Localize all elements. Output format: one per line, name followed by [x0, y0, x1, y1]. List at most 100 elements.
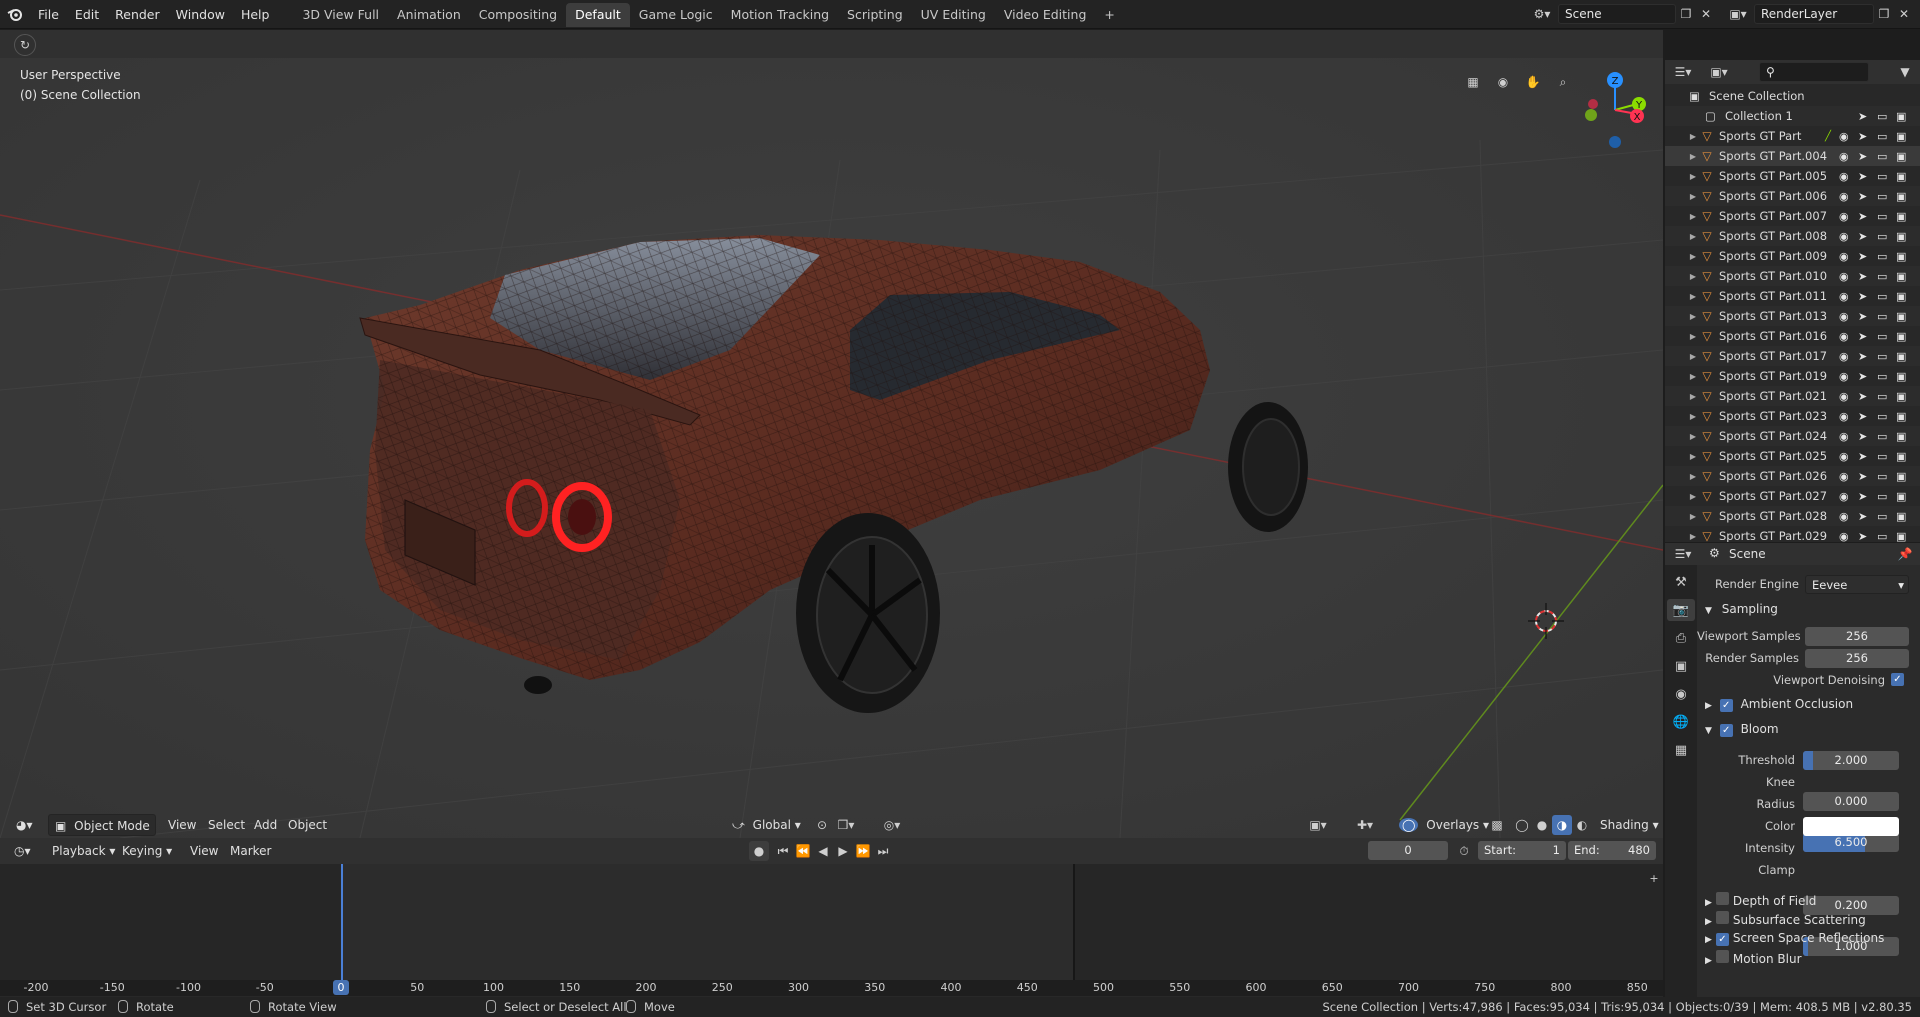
viewport-visibility-monitor-icon[interactable]: ▭ [1877, 410, 1887, 423]
proportional-editing-icon[interactable]: ◎▾ [882, 815, 902, 835]
outliner-editor-type-icon[interactable]: ☰▾ [1673, 62, 1693, 82]
expand-arrow-icon[interactable]: ▶ [1687, 452, 1699, 461]
use-preview-range-icon[interactable]: ⏱ [1454, 841, 1474, 861]
start-frame-field[interactable]: Start: 1 [1478, 841, 1566, 860]
selectable-arrow-icon[interactable]: ➤ [1858, 410, 1867, 423]
selectable-arrow-icon[interactable]: ➤ [1858, 490, 1867, 503]
shading-dropdown[interactable]: Shading ▾ [1594, 814, 1665, 836]
bloom-knee-slider[interactable]: 0.000 [1803, 792, 1899, 811]
tab-video-editing[interactable]: Video Editing [995, 3, 1096, 27]
eye-icon[interactable]: ◉ [1839, 430, 1849, 443]
panel-enable-checkbox[interactable] [1715, 911, 1729, 924]
outliner-object-row[interactable]: ▶ ▽ Sports GT Part.017 ◉ ➤ ▭ ▣ [1665, 346, 1920, 366]
outliner-object-row[interactable]: ▶ ▽ Sports GT Part.027 ◉ ➤ ▭ ▣ [1665, 486, 1920, 506]
ambient-occlusion-panel-header[interactable]: ▶ ✓ Ambient Occlusion [1705, 697, 1853, 712]
display-mode-icon[interactable]: ▣▾ [1709, 62, 1729, 82]
viewport-visibility-monitor-icon[interactable]: ▭ [1877, 150, 1887, 163]
viewport-visibility-monitor-icon[interactable]: ▭ [1877, 290, 1887, 303]
scene-tab-icon[interactable]: ◉ [1667, 683, 1695, 705]
new-scene-icon[interactable]: ❐ [1676, 4, 1696, 24]
render-samples-field[interactable]: 256 [1805, 649, 1909, 668]
viewport-visibility-monitor-icon[interactable]: ▭ [1877, 470, 1887, 483]
viewport-visibility-monitor-icon[interactable]: ▭ [1877, 510, 1887, 523]
timeline-menu-view[interactable]: View [184, 840, 224, 862]
viewport-visibility-monitor-icon[interactable]: ▭ [1877, 450, 1887, 463]
viewport-menu-view[interactable]: View [162, 814, 202, 836]
outliner-object-row[interactable]: ▶ ▽ Sports GT Part.016 ◉ ➤ ▭ ▣ [1665, 326, 1920, 346]
eye-icon[interactable]: ◉ [1839, 270, 1849, 283]
viewport-denoising-checkbox[interactable]: ✓ [1891, 673, 1904, 686]
tab-uv-editing[interactable]: UV Editing [912, 3, 995, 27]
outliner-object-row[interactable]: ▶ ▽ Sports GT Part.013 ◉ ➤ ▭ ▣ [1665, 306, 1920, 326]
selectable-arrow-icon[interactable]: ➤ [1858, 130, 1867, 143]
view-layer-tab-icon[interactable]: ▣ [1667, 655, 1695, 677]
viewport-menu-add[interactable]: Add [248, 814, 283, 836]
menu-window[interactable]: Window [168, 0, 233, 29]
render-camera-icon[interactable]: ▣ [1896, 470, 1906, 483]
scene-name-field[interactable]: Scene [1558, 4, 1676, 24]
expand-arrow-icon[interactable]: ▶ [1687, 432, 1699, 441]
playhead-line[interactable] [341, 864, 343, 986]
overlays-dropdown[interactable]: ◯ Overlays ▾ [1393, 814, 1495, 836]
render-tab-icon[interactable]: 📷 [1667, 599, 1695, 621]
outliner-object-row[interactable]: ▶ ▽ Sports GT Part.011 ◉ ➤ ▭ ▣ [1665, 286, 1920, 306]
rendered-shading-icon[interactable]: ◐ [1572, 815, 1592, 835]
jump-keyframe-forward-icon[interactable]: ⏩ [853, 841, 873, 861]
render-camera-icon[interactable]: ▣ [1896, 130, 1906, 143]
render-camera-icon[interactable]: ▣ [1896, 110, 1906, 123]
transform-orientation-dropdown[interactable]: ⤻ Global ▾ [726, 814, 807, 836]
blender-logo-icon[interactable] [0, 0, 30, 29]
outliner-object-row[interactable]: ▶ ▽ Sports GT Part.009 ◉ ➤ ▭ ▣ [1665, 246, 1920, 266]
eye-icon[interactable]: ◉ [1839, 290, 1849, 303]
eye-icon[interactable]: ◉ [1839, 210, 1849, 223]
outliner-object-row[interactable]: ▶ ▽ Sports GT Part.028 ◉ ➤ ▭ ▣ [1665, 506, 1920, 526]
viewport-visibility-monitor-icon[interactable]: ▭ [1877, 190, 1887, 203]
tab-compositing[interactable]: Compositing [470, 3, 566, 27]
selectable-arrow-icon[interactable]: ➤ [1858, 530, 1867, 543]
render-camera-icon[interactable]: ▣ [1896, 490, 1906, 503]
eye-icon[interactable]: ◉ [1839, 390, 1849, 403]
pan-view-hand-icon[interactable]: ✋ [1523, 72, 1543, 92]
outliner-object-row[interactable]: ▶ ▽ Sports GT Part.005 ◉ ➤ ▭ ▣ [1665, 166, 1920, 186]
selectable-arrow-icon[interactable]: ➤ [1858, 270, 1867, 283]
outliner-scene-collection[interactable]: ▣ Scene Collection [1665, 86, 1920, 106]
outliner-object-row[interactable]: ▶ ▽ Sports GT Part.029 ◉ ➤ ▭ ▣ [1665, 526, 1920, 542]
eye-icon[interactable]: ◉ [1839, 530, 1849, 543]
selectable-arrow-icon[interactable]: ➤ [1858, 210, 1867, 223]
jump-to-start-icon[interactable]: ⏮ [773, 841, 793, 861]
selectable-arrow-icon[interactable]: ➤ [1858, 310, 1867, 323]
expand-arrow-icon[interactable]: ▶ [1687, 272, 1699, 281]
expand-arrow-icon[interactable]: ▶ [1687, 532, 1699, 541]
properties-editor[interactable]: ☰▾ ⚙ Scene 📌 ⚒ 📷 ⎙ ▣ ◉ 🌐 ▦ Render Engine… [1665, 543, 1920, 997]
timeline-menu-playback[interactable]: Playback ▾ [46, 840, 121, 862]
render-camera-icon[interactable]: ▣ [1896, 410, 1906, 423]
timeline-menu-marker[interactable]: Marker [224, 840, 277, 862]
texture-tab-icon[interactable]: ▦ [1667, 739, 1695, 761]
viewport-visibility-monitor-icon[interactable]: ▭ [1877, 350, 1887, 363]
tab-scripting[interactable]: Scripting [838, 3, 912, 27]
tab-game-logic[interactable]: Game Logic [630, 3, 722, 27]
expand-arrow-icon[interactable]: ▶ [1687, 492, 1699, 501]
viewport-visibility-monitor-icon[interactable]: ▭ [1877, 430, 1887, 443]
outliner-collection-1[interactable]: ▢ Collection 1 ➤ ▭ ▣ [1665, 106, 1920, 126]
render-camera-icon[interactable]: ▣ [1896, 510, 1906, 523]
outliner-object-row[interactable]: ▶ ▽ Sports GT Part.007 ◉ ➤ ▭ ▣ [1665, 206, 1920, 226]
snap-toggle-icon[interactable]: ❒▾ [836, 815, 856, 835]
eye-icon[interactable]: ◉ [1839, 510, 1849, 523]
viewport-visibility-monitor-icon[interactable]: ▭ [1877, 330, 1887, 343]
selectable-arrow-icon[interactable]: ➤ [1858, 390, 1867, 403]
panel-header-motion-blur[interactable]: ▶ Motion Blur [1705, 950, 1802, 966]
timeline-frames-area[interactable]: + [0, 864, 1663, 996]
outliner-object-row[interactable]: ▶ ▽ Sports GT Part.021 ◉ ➤ ▭ ▣ [1665, 386, 1920, 406]
3d-viewport[interactable]: User Perspective (0) Scene Collection ▦ … [0, 30, 1663, 838]
render-camera-icon[interactable]: ▣ [1896, 250, 1906, 263]
sampling-panel-header[interactable]: ▼ Sampling [1705, 602, 1778, 616]
render-camera-icon[interactable]: ▣ [1896, 530, 1906, 543]
outliner-object-row[interactable]: ▶ ▽ Sports GT Part.010 ◉ ➤ ▭ ▣ [1665, 266, 1920, 286]
render-camera-icon[interactable]: ▣ [1896, 210, 1906, 223]
eye-icon[interactable]: ◉ [1839, 190, 1849, 203]
menu-help[interactable]: Help [233, 0, 278, 29]
gizmo-toggle-icon[interactable]: ✚▾ [1355, 815, 1375, 835]
menu-file[interactable]: File [30, 0, 67, 29]
scene-selector-icon[interactable]: ⚙▾ [1528, 4, 1556, 24]
